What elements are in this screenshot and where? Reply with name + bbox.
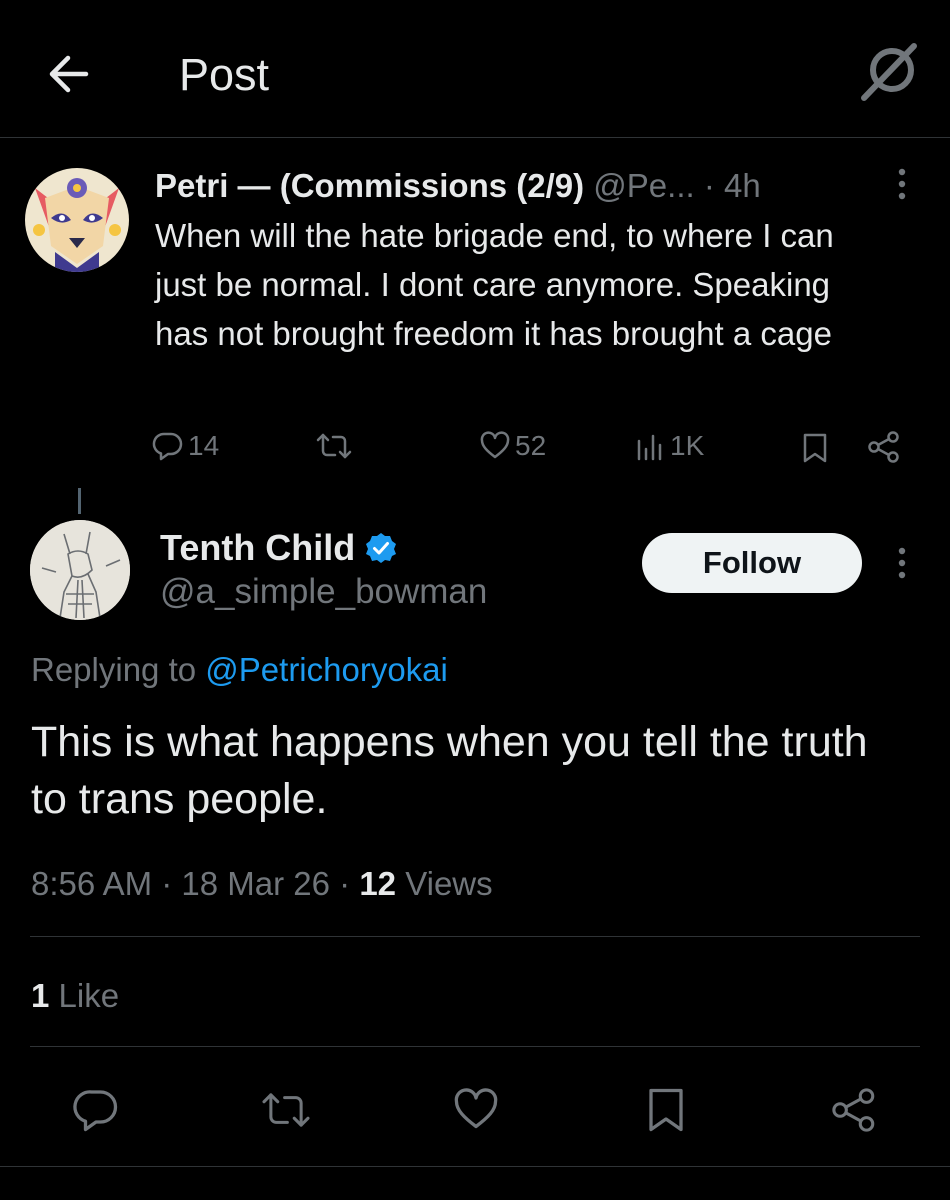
follow-button[interactable]: Follow bbox=[642, 533, 862, 593]
reply-button[interactable]: 14 bbox=[152, 430, 219, 462]
reply-button[interactable] bbox=[68, 1082, 124, 1138]
share-button[interactable] bbox=[826, 1082, 882, 1138]
share-icon bbox=[829, 1086, 879, 1134]
views-button[interactable]: 1K bbox=[636, 430, 704, 462]
display-name[interactable]: Petri — (Commissions (2/9) bbox=[155, 167, 584, 204]
display-name-row: Tenth Child bbox=[160, 526, 397, 570]
divider bbox=[30, 1046, 920, 1047]
thread-connector bbox=[78, 488, 81, 514]
more-options-button[interactable] bbox=[890, 545, 914, 581]
replying-prefix: Replying to bbox=[31, 651, 197, 688]
display-name[interactable]: Tenth Child bbox=[160, 526, 355, 570]
views-label: Views bbox=[396, 865, 493, 902]
timestamp[interactable]: 8:56 AM · 18 Mar 26 · bbox=[31, 865, 359, 902]
divider bbox=[30, 936, 920, 937]
avatar[interactable] bbox=[25, 168, 129, 272]
repost-icon bbox=[314, 430, 354, 462]
verified-badge-icon bbox=[365, 532, 397, 564]
bookmark-icon bbox=[645, 1086, 687, 1134]
bookmark-button[interactable] bbox=[638, 1082, 694, 1138]
repost-icon bbox=[258, 1088, 314, 1132]
tweet-text: When will the hate brigade end, to where… bbox=[155, 217, 834, 352]
reply-icon bbox=[72, 1086, 120, 1134]
bookmark-icon bbox=[801, 432, 829, 464]
more-vertical-icon bbox=[890, 545, 914, 581]
arrow-left-icon bbox=[46, 54, 90, 94]
likes-summary[interactable]: 1 Like bbox=[31, 974, 119, 1018]
analytics-icon bbox=[636, 430, 666, 462]
heart-icon bbox=[479, 430, 511, 462]
mention-link[interactable]: @Petrichoryokai bbox=[205, 651, 448, 688]
reply-count: 14 bbox=[188, 430, 220, 461]
page-title: Post bbox=[179, 49, 270, 100]
tweet-text: This is what happens when you tell the t… bbox=[31, 718, 868, 823]
header-divider bbox=[0, 137, 950, 138]
like-button[interactable]: 52 bbox=[479, 430, 546, 462]
like-count: 52 bbox=[515, 430, 547, 461]
parent-tweet-header: Petri — (Commissions (2/9) @Pe... · 4h bbox=[155, 166, 761, 206]
tweet-meta: 8:56 AM · 18 Mar 26 · 12 Views bbox=[31, 862, 493, 906]
repost-button[interactable] bbox=[258, 1082, 314, 1138]
share-button[interactable] bbox=[866, 430, 902, 464]
bookmark-button[interactable] bbox=[801, 432, 829, 464]
heart-icon bbox=[452, 1086, 500, 1134]
likes-count: 1 bbox=[31, 977, 50, 1014]
timestamp[interactable]: · 4h bbox=[704, 167, 761, 204]
divider bbox=[0, 1166, 950, 1167]
handle[interactable]: @a_simple_bowman bbox=[160, 571, 487, 613]
share-icon bbox=[866, 430, 902, 464]
grok-icon bbox=[858, 40, 922, 104]
likes-label: Like bbox=[49, 977, 120, 1014]
more-options-button[interactable] bbox=[890, 166, 914, 202]
reply-icon bbox=[152, 430, 184, 462]
replying-to: Replying to @Petrichoryokai bbox=[31, 648, 448, 692]
like-button[interactable] bbox=[448, 1082, 504, 1138]
repost-button[interactable] bbox=[314, 430, 354, 462]
avatar[interactable] bbox=[30, 520, 130, 620]
back-button[interactable] bbox=[40, 46, 96, 102]
views-count: 12 bbox=[359, 865, 397, 902]
handle[interactable]: @Pe... bbox=[593, 167, 694, 204]
grok-button[interactable] bbox=[858, 40, 922, 104]
views-count: 1K bbox=[670, 430, 705, 461]
more-vertical-icon bbox=[890, 166, 914, 202]
